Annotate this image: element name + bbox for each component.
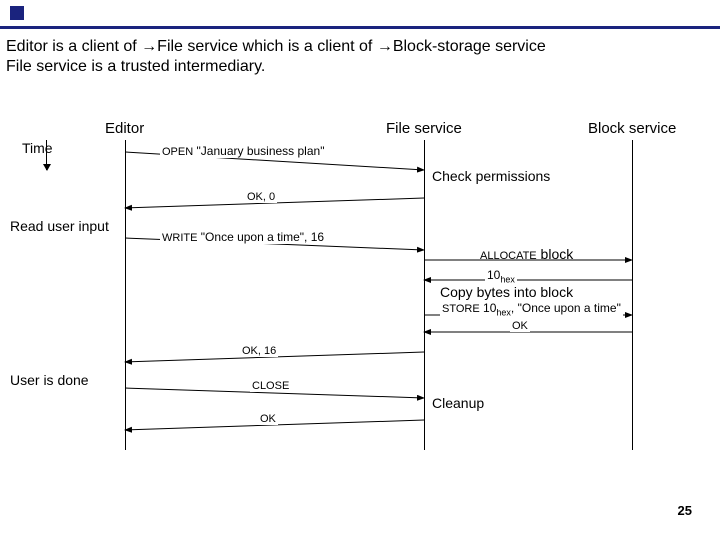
arrow-glyph-1: → [141, 38, 157, 55]
write-arg: "Once upon a time", 16 [201, 230, 324, 244]
store-arg: "Once upon a time" [518, 301, 621, 315]
msg-ok0: OK, 0 [245, 191, 277, 203]
note-copy-bytes: Copy bytes into block [440, 284, 573, 300]
store-keyword: STORE [442, 303, 480, 315]
note-allocate-block: ALLOCATE block [480, 246, 573, 262]
page-number: 25 [678, 503, 692, 518]
msg-close: CLOSE [250, 380, 291, 392]
store-ten: 10 [483, 301, 496, 315]
text-line-2: File service is a trusted intermediary. [6, 58, 265, 75]
arrow-glyph-2: → [377, 38, 393, 55]
msg-tenhex: 10hex [485, 268, 517, 284]
allocate-text: block [537, 246, 574, 262]
text-line-1c: Block-storage service [393, 38, 546, 55]
ten: 10 [487, 268, 500, 282]
msg-ok16: OK, 16 [240, 345, 278, 357]
msg-open: OPEN "January business plan" [160, 144, 326, 158]
note-read-user-input: Read user input [10, 218, 109, 234]
msg-write: WRITE "Once upon a time", 16 [160, 230, 326, 244]
text-line-1a: Editor is a client of [6, 38, 141, 55]
msg-store: STORE 10hex, "Once upon a time" [440, 301, 623, 317]
note-cleanup: Cleanup [432, 395, 484, 411]
allocate-keyword: ALLOCATE [480, 250, 537, 262]
sequence-diagram: Time Editor File service Block service [40, 120, 680, 460]
hex-suffix-2: hex [496, 307, 511, 317]
msg-ok-block: OK [510, 320, 530, 332]
text-line-1b: File service which is a client of [157, 38, 377, 55]
open-arg: "January business plan" [197, 144, 325, 158]
write-keyword: WRITE [162, 232, 197, 244]
hex-suffix-1: hex [500, 274, 515, 284]
slide-text: Editor is a client of →File service whic… [6, 37, 714, 77]
note-check-permissions: Check permissions [432, 168, 550, 184]
open-keyword: OPEN [162, 146, 193, 158]
note-user-is-done: User is done [10, 372, 89, 388]
slide-top-bar [0, 0, 720, 29]
bullet-square-icon [10, 6, 24, 20]
arrows-svg [40, 120, 680, 460]
msg-ok-final: OK [258, 413, 278, 425]
